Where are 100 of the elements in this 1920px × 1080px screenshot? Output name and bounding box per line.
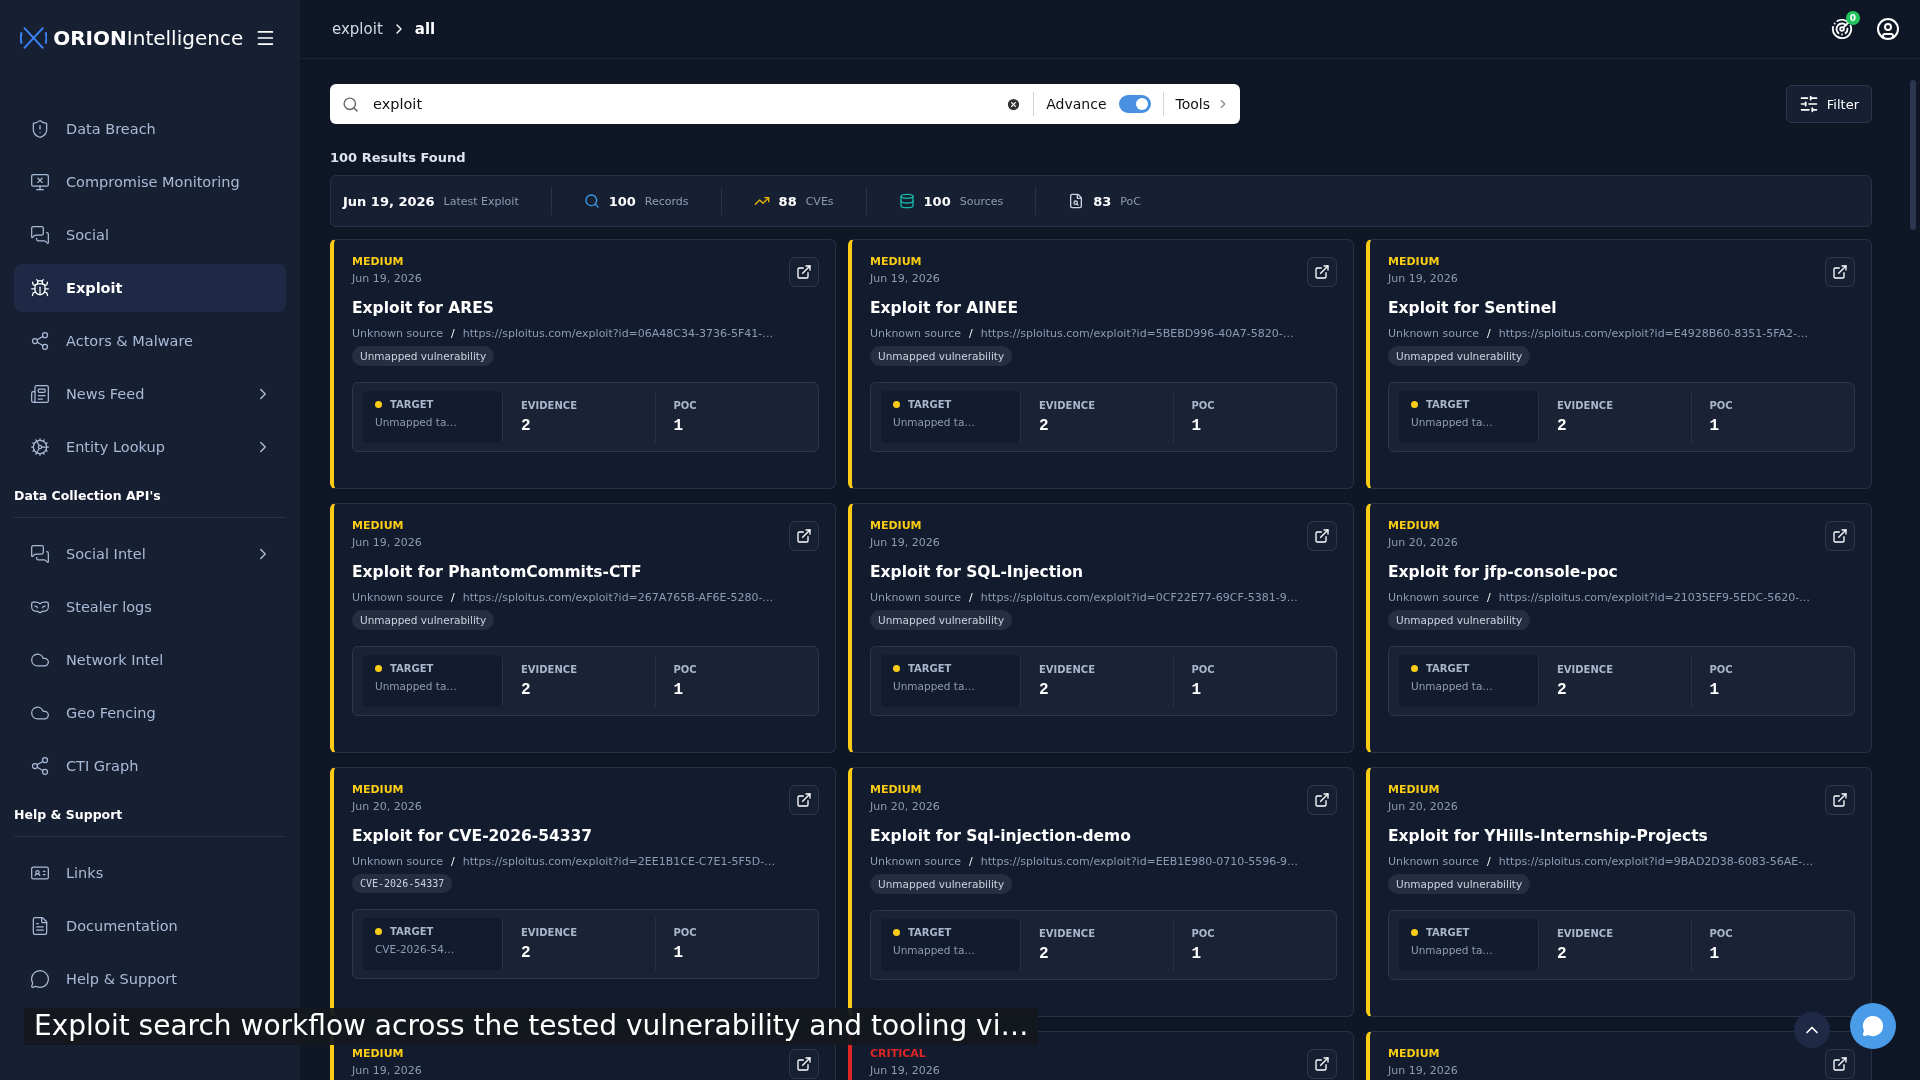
target-label: TARGET [893, 399, 952, 410]
evidence-count: 2 [521, 943, 531, 962]
card-date: Jun 19, 2026 [1388, 1064, 1458, 1077]
slash-separator: / [969, 591, 973, 604]
severity-label: MEDIUM [870, 783, 922, 796]
tag: Unmapped vulnerability [1388, 610, 1531, 630]
severity-label: MEDIUM [352, 783, 404, 796]
evidence-count: 2 [521, 680, 531, 699]
card-date: Jun 20, 2026 [1388, 536, 1458, 549]
target-label: TARGET [375, 926, 434, 937]
stat-label: Records [644, 194, 689, 208]
card-title: Exploit for jfp-console-poc [1388, 563, 1618, 581]
severity-label: MEDIUM [1388, 783, 1440, 796]
card-title: Exploit for Sql-injection-demo [870, 827, 1131, 845]
target-value: Unmapped ta… [1411, 416, 1493, 428]
poc-count: 1 [1709, 416, 1720, 435]
evidence-count: 2 [1557, 680, 1567, 699]
poc-label: POC [673, 663, 697, 675]
card-date: Jun 19, 2026 [1388, 272, 1458, 285]
card-date: Jun 20, 2026 [352, 800, 422, 813]
card-date: Jun 19, 2026 [870, 536, 940, 549]
card-date: Jun 19, 2026 [870, 272, 940, 285]
evidence-label: EVIDENCE [521, 926, 577, 938]
evidence-label: EVIDENCE [1557, 663, 1613, 675]
poc-count: 1 [673, 416, 684, 435]
poc-count: 1 [1191, 680, 1202, 699]
poc-label: POC [1191, 927, 1215, 939]
card-date: Jun 19, 2026 [352, 272, 422, 285]
cve-tag: CVE-2026-54337 [352, 874, 453, 893]
slash-separator: / [451, 327, 455, 340]
stat-label: Sources [959, 194, 1004, 208]
stat-label: Latest Exploit [443, 194, 519, 208]
card-title: Exploit for SQL-Injection [870, 563, 1084, 581]
advance-label: Advance [1046, 96, 1107, 112]
poc-count: 1 [1191, 416, 1202, 435]
poc-label: POC [1191, 663, 1215, 675]
slash-separator: / [1487, 327, 1491, 340]
stat-value: 100 [608, 193, 636, 209]
card-title: Exploit for CVE-2026-54337 [352, 827, 593, 845]
poc-count: 1 [1709, 944, 1720, 963]
evidence-count: 2 [1039, 416, 1049, 435]
slash-separator: / [451, 591, 455, 604]
card-title: Exploit for YHills-Internship-Projects [1388, 827, 1708, 845]
severity-label: MEDIUM [352, 255, 404, 268]
stat-value: Jun 19, 2026 [343, 193, 435, 209]
evidence-count: 2 [1039, 680, 1049, 699]
evidence-count: 2 [521, 416, 531, 435]
card-date: Jun 20, 2026 [870, 800, 940, 813]
evidence-label: EVIDENCE [1039, 927, 1095, 939]
evidence-count: 2 [1557, 944, 1567, 963]
card-date: Jun 19, 2026 [352, 1064, 422, 1077]
source-name: Unknown source [1388, 855, 1480, 868]
source-name: Unknown source [1388, 327, 1480, 340]
stat-value: 100 [923, 193, 951, 209]
card-title: Exploit for PhantomCommits-CTF [352, 563, 642, 581]
target-label: TARGET [1411, 399, 1470, 410]
results-count: 100 Results Found [330, 150, 467, 165]
evidence-label: EVIDENCE [521, 663, 577, 675]
section-heading: Data Collection API's [14, 476, 286, 518]
slash-separator: / [1487, 855, 1491, 868]
tag: Unmapped vulnerability [1388, 874, 1531, 894]
evidence-label: EVIDENCE [521, 399, 577, 411]
target-value: CVE-2026-54… [375, 943, 455, 955]
source-name: Unknown source [352, 855, 444, 868]
stat-label: CVEs [805, 194, 834, 208]
source-name: Unknown source [352, 327, 444, 340]
tag: Unmapped vulnerability [352, 346, 495, 366]
source-name: Unknown source [870, 855, 962, 868]
tag: Unmapped vulnerability [870, 346, 1013, 366]
slash-separator: / [451, 855, 455, 868]
poc-count: 1 [673, 680, 684, 699]
poc-count: 1 [1191, 944, 1202, 963]
notification-badge: 0 [1846, 11, 1860, 25]
target-label: TARGET [1411, 663, 1470, 674]
target-value: Unmapped ta… [893, 680, 975, 692]
target-value: Unmapped ta… [893, 416, 975, 428]
brand-name: ORIONIntelligence [53, 26, 244, 50]
source-name: Unknown source [870, 591, 962, 604]
evidence-count: 2 [1039, 944, 1049, 963]
tag: Unmapped vulnerability [1388, 346, 1531, 366]
card-date: Jun 20, 2026 [1388, 800, 1458, 813]
severity-label: MEDIUM [1388, 255, 1440, 268]
slash-separator: / [969, 327, 973, 340]
slash-separator: / [969, 855, 973, 868]
card-date: Jun 19, 2026 [352, 536, 422, 549]
severity-label: MEDIUM [1388, 1047, 1440, 1060]
source-name: Unknown source [1388, 591, 1480, 604]
severity-label: MEDIUM [870, 519, 922, 532]
card-title: Exploit for ARES [352, 299, 494, 317]
evidence-label: EVIDENCE [1039, 663, 1095, 675]
target-value: Unmapped ta… [893, 944, 975, 956]
poc-label: POC [1709, 399, 1733, 411]
severity-label: MEDIUM [352, 1047, 404, 1060]
evidence-label: EVIDENCE [1039, 399, 1095, 411]
target-label: TARGET [893, 663, 952, 674]
poc-label: POC [673, 926, 697, 938]
source-name: Unknown source [352, 591, 444, 604]
severity-label: MEDIUM [870, 255, 922, 268]
target-label: TARGET [1411, 927, 1470, 938]
poc-label: POC [1709, 927, 1733, 939]
